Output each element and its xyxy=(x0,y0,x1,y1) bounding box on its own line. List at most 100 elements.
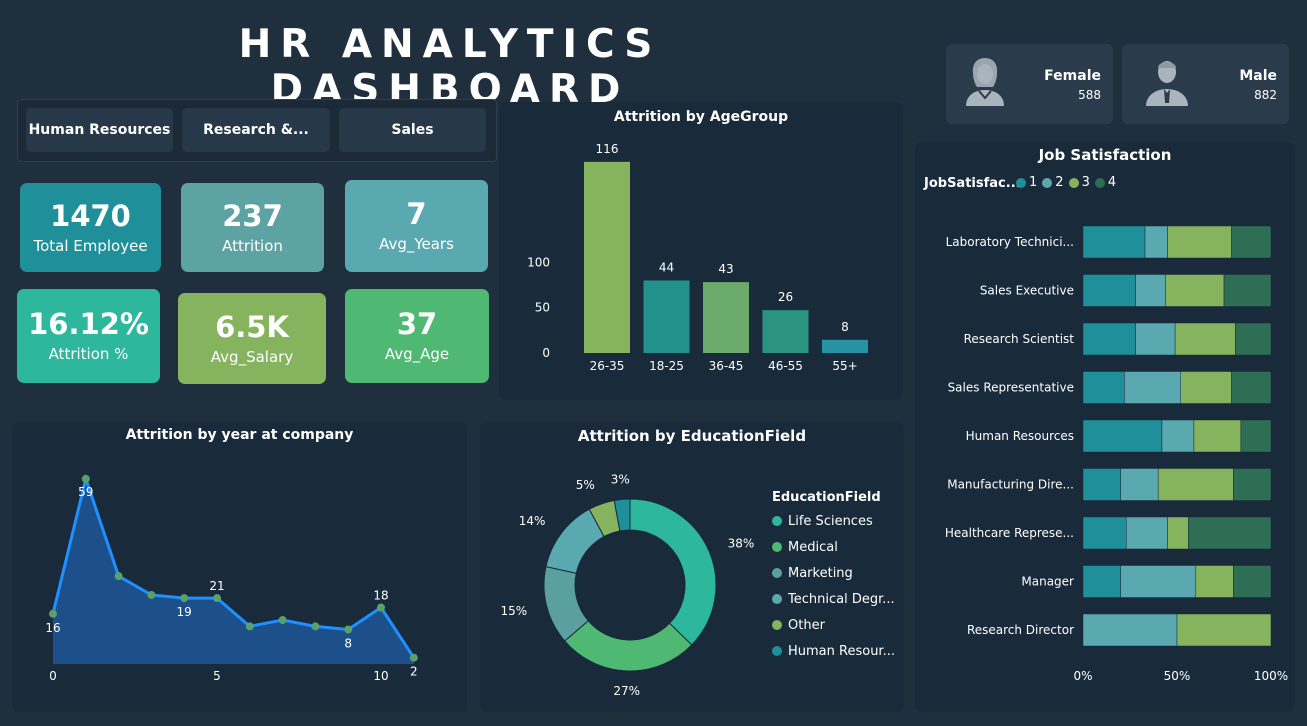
job-bar-segment xyxy=(1135,322,1176,356)
kpi-value: 16.12% xyxy=(28,307,149,341)
job-bar-segment xyxy=(1240,419,1272,453)
job-bar-segment xyxy=(1082,516,1127,550)
job-bar-segment xyxy=(1176,613,1272,647)
job-bar-segment xyxy=(1082,274,1136,307)
age-x-tick: 18-25 xyxy=(649,359,684,373)
job-x-tick: 50% xyxy=(1164,669,1191,683)
year-point xyxy=(81,474,90,483)
age-x-tick: 26-35 xyxy=(590,359,625,373)
year-chart-panel: Attrition by year at company 16 59 19 21 8 18… xyxy=(12,422,467,712)
edu-legend-label: Life Sciences xyxy=(788,513,873,529)
edu-legend-item[interactable]: Human Resour... xyxy=(772,638,895,664)
male-card: Male 882 xyxy=(1122,44,1289,124)
edu-slice-label: 15% xyxy=(501,604,528,618)
edu-slice-label: 14% xyxy=(519,514,546,528)
age-bar xyxy=(643,280,690,353)
year-point xyxy=(245,622,254,631)
kpi-label: Avg_Age xyxy=(384,345,450,363)
job-bar-segment xyxy=(1124,371,1182,404)
age-x-tick: 46-55 xyxy=(768,359,803,373)
year-point xyxy=(180,594,189,603)
age-x-tick: 55+ xyxy=(832,359,857,373)
edu-legend-item[interactable]: Medical xyxy=(772,534,895,560)
edu-legend-item[interactable]: Life Sciences xyxy=(772,508,895,534)
edu-legend-item[interactable]: Marketing xyxy=(772,560,895,586)
male-count: 882 xyxy=(1254,88,1277,102)
male-label: Male xyxy=(1239,68,1277,84)
edu-legend-label: Other xyxy=(788,617,825,633)
year-point xyxy=(409,653,418,662)
edu-slice-label: 3% xyxy=(611,472,630,486)
job-satisfaction-chart: Laboratory Technici... Sales Executive Res… xyxy=(945,225,1288,683)
job-bar-segment xyxy=(1120,565,1197,598)
age-bar-label: 43 xyxy=(718,262,733,276)
year-point xyxy=(147,590,156,599)
age-bar xyxy=(584,161,630,353)
slicer-sales[interactable]: Sales xyxy=(339,108,486,152)
legend-dot-icon xyxy=(772,516,782,526)
slicer-research[interactable]: Research &... xyxy=(182,108,330,152)
edu-slice-label: 5% xyxy=(576,478,595,492)
year-x-tick: 0 xyxy=(49,669,57,683)
age-y-tick: 0 xyxy=(542,346,550,360)
edu-slice xyxy=(563,620,693,672)
job-bar-segment xyxy=(1174,322,1236,356)
edu-legend-label: Technical Degr... xyxy=(788,591,895,607)
edu-legend-item[interactable]: Other xyxy=(772,612,895,638)
year-point-label: 19 xyxy=(177,605,192,619)
edu-legend-label: Medical xyxy=(788,539,838,555)
job-bar-segment xyxy=(1235,322,1272,356)
edu-legend-item[interactable]: Technical Degr... xyxy=(772,586,895,612)
age-y-tick: 50 xyxy=(535,301,550,315)
year-x-tick: 5 xyxy=(213,669,221,683)
kpi-label: Total Employee xyxy=(33,236,148,255)
job-bar-segment xyxy=(1161,419,1195,453)
year-point-label: 8 xyxy=(344,636,352,650)
job-bar-segment xyxy=(1188,516,1272,550)
age-bar-label: 116 xyxy=(596,142,619,156)
job-bar-segment xyxy=(1082,565,1121,598)
kpi-label: Avg_Salary xyxy=(210,347,294,366)
job-category-label: Manager xyxy=(1021,575,1074,589)
job-bar-segment xyxy=(1180,371,1232,404)
kpi-value: 37 xyxy=(396,307,438,341)
year-x-tick: 10 xyxy=(373,669,388,683)
job-bar-segment xyxy=(1125,516,1168,550)
year-point xyxy=(278,616,287,625)
job-category-label: Sales Executive xyxy=(980,284,1074,298)
job-bar-segment xyxy=(1082,613,1178,647)
kpi-attrition: 237 Attrition xyxy=(181,183,324,272)
edu-slice xyxy=(629,498,717,646)
year-area xyxy=(53,478,414,664)
slicer-human-resources[interactable]: Human Resources xyxy=(26,108,173,152)
male-icon xyxy=(1146,61,1188,106)
edu-legend-title: EducationField xyxy=(772,490,881,505)
job-bar-segment xyxy=(1082,419,1163,453)
female-card: Female 588 xyxy=(946,44,1113,124)
age-x-tick: 36-45 xyxy=(709,359,744,373)
job-bar-segment xyxy=(1223,274,1272,307)
year-point xyxy=(311,622,320,631)
kpi-avg-years: 7 Avg_Years xyxy=(345,180,488,272)
job-category-label: Laboratory Technici... xyxy=(946,235,1074,249)
age-bar-label: 26 xyxy=(778,290,793,304)
kpi-value: 237 xyxy=(222,198,283,233)
kpi-attrition-percent: 16.12% Attrition % xyxy=(17,289,160,383)
job-bar-segment xyxy=(1082,225,1146,259)
kpi-label: Attrition xyxy=(222,236,283,255)
job-category-label: Research Scientist xyxy=(964,332,1075,346)
age-bar xyxy=(762,310,809,353)
kpi-label: Avg_Years xyxy=(379,235,454,253)
edu-legend-label: Human Resour... xyxy=(788,643,895,659)
year-point-label: 2 xyxy=(410,665,418,679)
year-point xyxy=(377,603,385,612)
job-bar-segment xyxy=(1082,371,1125,404)
year-point-label: 16 xyxy=(45,621,60,635)
job-bar-segment xyxy=(1231,225,1272,259)
kpi-total-employee: 1470 Total Employee xyxy=(20,183,161,272)
kpi-label: Attrition % xyxy=(48,345,129,363)
female-count: 588 xyxy=(1078,88,1101,102)
job-bar-segment xyxy=(1233,468,1272,501)
age-bar xyxy=(703,282,749,353)
kpi-value: 7 xyxy=(406,197,427,231)
